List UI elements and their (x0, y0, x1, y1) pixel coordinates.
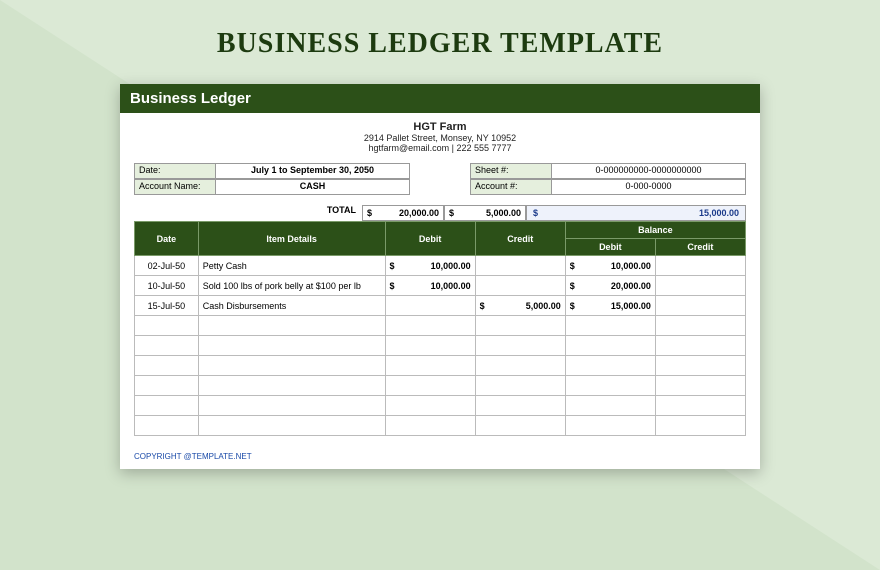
total-balance: $15,000.00 (526, 205, 746, 221)
th-bal-credit: Credit (655, 239, 745, 256)
account-no-value: 0-000-0000 (552, 179, 746, 195)
page-title: BUSINESS LEDGER TEMPLATE (0, 0, 880, 60)
org-name: HGT Farm (120, 121, 760, 133)
account-name-label: Account Name: (134, 179, 216, 195)
table-row: 02-Jul-50Petty Cash$10,000.00$10,000.00 (135, 256, 746, 276)
org-address: 2914 Pallet Street, Monsey, NY 10952 (120, 133, 760, 143)
sheet-value: 0-000000000-0000000000 (552, 163, 746, 179)
th-item: Item Details (198, 222, 385, 256)
ledger-table: Date Item Details Debit Credit Balance D… (134, 221, 746, 436)
th-balance: Balance (565, 222, 745, 239)
document-header: Business Ledger (120, 84, 760, 113)
table-row (135, 376, 746, 396)
table-row: 10-Jul-50Sold 100 lbs of pork belly at $… (135, 276, 746, 296)
date-label: Date: (134, 163, 216, 179)
table-row (135, 356, 746, 376)
th-credit: Credit (475, 222, 565, 256)
account-no-label: Account #: (470, 179, 552, 195)
th-bal-debit: Debit (565, 239, 655, 256)
organization-block: HGT Farm 2914 Pallet Street, Monsey, NY … (120, 113, 760, 163)
table-row (135, 396, 746, 416)
th-date: Date (135, 222, 199, 256)
org-contact: hgtfarm@email.com | 222 555 7777 (120, 143, 760, 153)
table-row (135, 416, 746, 436)
table-row (135, 316, 746, 336)
account-name-value: CASH (216, 179, 410, 195)
total-label: TOTAL (134, 205, 362, 221)
totals-row: TOTAL $20,000.00 $5,000.00 $15,000.00 (120, 201, 760, 221)
date-value: July 1 to September 30, 2050 (216, 163, 410, 179)
total-credit: $5,000.00 (444, 205, 526, 221)
th-debit: Debit (385, 222, 475, 256)
meta-section: Date: July 1 to September 30, 2050 Accou… (120, 163, 760, 201)
table-row (135, 336, 746, 356)
sheet-label: Sheet #: (470, 163, 552, 179)
ledger-document: Business Ledger HGT Farm 2914 Pallet Str… (120, 84, 760, 469)
total-debit: $20,000.00 (362, 205, 444, 221)
copyright: COPYRIGHT @TEMPLATE.NET (120, 436, 760, 469)
table-row: 15-Jul-50Cash Disbursements$5,000.00$15,… (135, 296, 746, 316)
